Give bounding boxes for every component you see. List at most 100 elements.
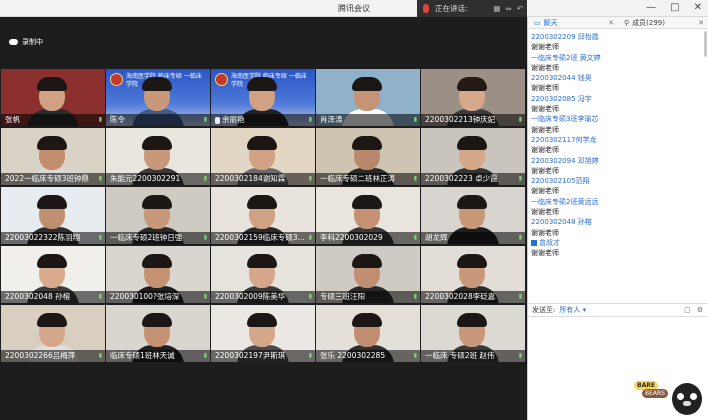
video-tile[interactable]: 2200302009陈美华 ▮ [211,246,315,303]
video-tile[interactable]: 张帆 ▮ [1,69,105,126]
chat-text: 2200302105范翔 [531,177,590,186]
video-tile[interactable]: 2200302048 孙榕 ▮ [1,246,105,303]
chat-message: 谢谢老师 [531,228,708,238]
participant-hair [142,313,172,327]
panda-bear-icon [672,383,702,415]
video-tile[interactable]: 2200302213钟庆妃 ▮ [421,69,525,126]
collapse-icon[interactable]: ⇔ [505,4,511,13]
participant-hair [37,254,67,268]
send-to-value: 所有人 [559,306,581,314]
chat-messages[interactable]: 2200302209 邱怡霞 谢谢老师 一临床专硕2班 黄文婷 谢谢老师 2200302… [528,30,708,300]
participant-name: 张帆 [5,115,20,124]
tab-chat-label: 聊天 [543,18,558,27]
settings-icon[interactable]: ⚙ [697,306,703,314]
video-tile[interactable]: 22003022322陈羽翔 ▮ [1,187,105,244]
video-tile[interactable]: 一临床 专硕2班 赵伟 ▮ [421,305,525,362]
participant-name-bar: 张帆 ▮ [1,114,105,126]
video-tile[interactable]: 2200302184谢知霖 ▮ [211,128,315,185]
chat-text: 2200302117何学龙 [531,135,597,144]
participant-name-bar: 2200302266吕梅萍 ▮ [1,350,105,362]
video-tile[interactable]: 张乐 2200302285 ▮ [316,305,420,362]
chat-text: 谢谢老师 [531,208,559,217]
close-members-icon[interactable]: ✕ [698,19,704,27]
participant-name-bar: 2022一临床专硕3班钟鼎 ▮ [1,173,105,185]
chat-sender: 一临床专硕2班黄远远 [531,197,708,207]
video-tile[interactable]: 海南医学院 临床专硕 一临床学院 余丽艳 ▮ [211,69,315,126]
participant-name-bar: 胡龙辉 ▮ [421,232,525,244]
video-tile[interactable]: 2022一临床专硕3班钟鼎 ▮ [1,128,105,185]
video-tile[interactable]: 临床专硕1班林天诚 ▮ [106,305,210,362]
chat-sender: 2200302117何学龙 [531,135,708,145]
chat-message: 谢谢老师 [531,207,708,217]
participant-hair [247,313,277,327]
participant-name: 2200302184谢知霖 [215,174,286,183]
close-button[interactable]: ✕ [694,2,702,13]
participant-name: 肖泽涛 [320,115,343,124]
chat-text: 一临床专硕2班黄远远 [531,197,599,206]
chat-text: 谢谢老师 [531,187,559,196]
video-tile[interactable]: 2200302266吕梅萍 ▮ [1,305,105,362]
participant-name-bar: 2200302184谢知霖 ▮ [211,173,315,185]
participant-hair [37,195,67,209]
tab-chat[interactable]: ▭ 聊天 ✕ [528,17,618,28]
chat-scrollbar[interactable] [704,31,707,57]
signal-icon: ▮ [308,175,312,182]
folder-icon[interactable]: ▢ [684,306,691,314]
chat-text: 2200302048 孙榕 [531,218,592,227]
signal-icon: ▮ [98,116,102,123]
chat-text: 2200302044 钱昊 [531,74,592,83]
participant-hair [352,77,382,91]
video-tile[interactable]: 2200302197尹斯琪 ▮ [211,305,315,362]
video-tile[interactable]: 一临床专硕2班钟日强 ▮ [106,187,210,244]
participant-name-bar: 陈令 ▮ [106,114,210,126]
signal-icon: ▮ [413,293,417,300]
grid-view-icon[interactable]: ▦ [493,4,500,13]
close-icon[interactable]: ✕ [608,19,614,27]
tab-members[interactable]: ⚲ 成员(299) ✕ [618,17,708,28]
participant-name: 2200302223 卓少霞 [425,174,498,183]
video-tile[interactable]: 2200302223 卓少霞 ▮ [421,128,525,185]
signal-icon: ▮ [203,116,207,123]
participant-name-bar: 22003022322陈羽翔 ▮ [1,232,105,244]
video-tile[interactable]: 海南医学院 临床专硕 一临床学院 陈令 ▮ [106,69,210,126]
participant-name: 胡龙辉 [425,233,448,242]
window-title: 腾讯会议 [338,4,370,13]
chat-text: 曾叔才 [539,238,560,247]
chat-text: 谢谢老师 [531,105,559,114]
chat-message: 谢谢老师 [531,248,708,258]
participant-hair [142,254,172,268]
participant-name: 2200302213钟庆妃 [425,115,496,124]
microphone-icon [215,116,220,124]
video-tile[interactable]: 专硕三班汪阳 ▮ [316,246,420,303]
chat-message: 谢谢老师 [531,104,708,114]
chat-text: 2200302094 邓旭婷 [531,156,599,165]
maximize-button[interactable]: □ [670,2,679,13]
chat-text: 谢谢老师 [531,84,559,93]
signal-icon: ▮ [518,175,522,182]
participant-name-bar: 肖泽涛 ▮ [316,114,420,126]
video-tile[interactable]: 朱能元2200302291 ▮ [106,128,210,185]
chat-input[interactable] [528,317,708,387]
video-tile[interactable]: 220030100?张培深 ▮ [106,246,210,303]
video-tile[interactable]: 肖泽涛 ▮ [316,69,420,126]
send-to-dropdown[interactable]: 所有人 ▾ [559,305,586,315]
video-tile[interactable]: 2200302159临床专硕3... ▮ [211,187,315,244]
chat-sender: 一临床专硕2班 黄文婷 [531,53,708,63]
video-tile[interactable]: 胡龙辉 ▮ [421,187,525,244]
signal-icon: ▮ [308,234,312,241]
chat-text: 谢谢老师 [531,249,559,258]
video-tile[interactable]: 一临床专硕二班林正涛 ▮ [316,128,420,185]
panel-tabs: ▭ 聊天 ✕ ⚲ 成员(299) ✕ [528,17,708,29]
participant-name-bar: 2200302048 孙榕 ▮ [1,291,105,303]
participant-hair [457,313,487,327]
chat-sender: 2200302209 邱怡霞 [531,32,708,42]
video-tile[interactable]: 2200302028李砭嘉 ▮ [421,246,525,303]
recording-label: 录制中 [22,38,43,46]
back-icon[interactable]: ↶ [517,4,523,13]
video-tile[interactable]: 李科2200302029 ▮ [316,187,420,244]
minimize-button[interactable]: — [646,2,656,13]
chat-text: 2200302209 邱怡霞 [531,33,599,41]
participant-name: 余丽艳 [222,115,245,124]
signal-icon: ▮ [308,352,312,359]
participant-name-bar: 专硕三班汪阳 ▮ [316,291,420,303]
